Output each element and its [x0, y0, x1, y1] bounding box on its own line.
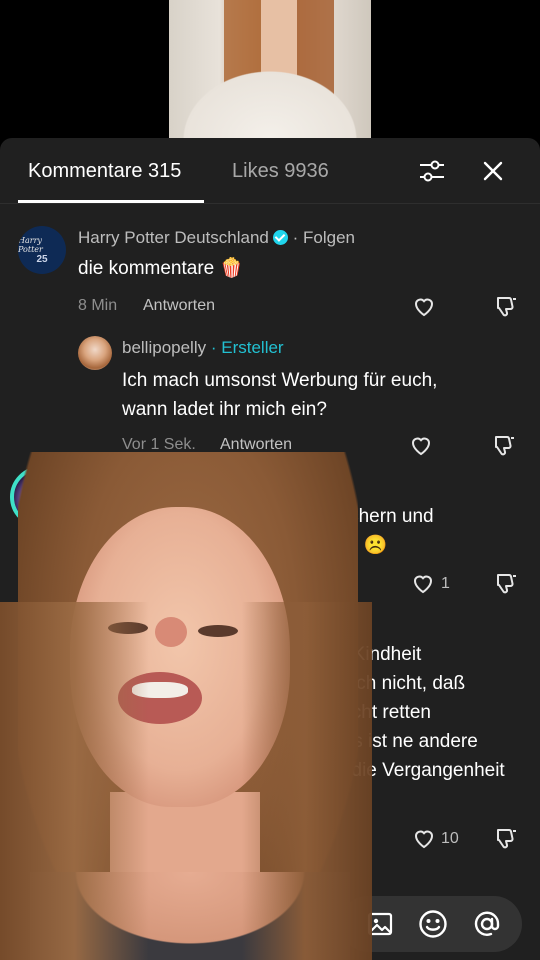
overlay-hair-sides: [0, 602, 372, 960]
close-icon[interactable]: [480, 158, 506, 184]
video-preview[interactable]: [169, 0, 371, 140]
avatar-bellipopelly[interactable]: [78, 336, 112, 370]
like-count: 10: [441, 830, 459, 847]
reply-username-row: bellipopelly · Ersteller: [122, 338, 284, 358]
creator-overlay-video: [0, 452, 372, 960]
heart-icon[interactable]: [412, 294, 436, 318]
video-shirt: [169, 60, 371, 140]
follow-link[interactable]: · Folgen: [293, 228, 355, 247]
comment-text: die kommentare 🍿: [78, 258, 244, 279]
heart-icon[interactable]: [412, 826, 436, 850]
heart-icon[interactable]: [411, 571, 435, 595]
verified-badge-icon: [272, 230, 288, 245]
thumbs-down-icon[interactable]: [494, 294, 518, 318]
emoji-icon[interactable]: [418, 909, 448, 939]
reply-button[interactable]: Antworten: [143, 297, 215, 315]
reply-username[interactable]: bellipopelly: [122, 338, 206, 357]
reply-text-line: Ich mach umsonst Werbung für euch,: [122, 370, 438, 391]
comments-tabs: Kommentare 315 Likes 9936: [0, 138, 540, 204]
tab-likes[interactable]: Likes 9936: [232, 160, 329, 183]
avatar-brand-text: Harry Potter: [18, 235, 43, 254]
creator-label: · Ersteller: [210, 338, 284, 357]
at-icon[interactable]: [472, 909, 502, 939]
like-count: 1: [441, 575, 450, 592]
avatar-harry-potter[interactable]: Harry Potter 25: [18, 226, 66, 274]
tab-comments[interactable]: Kommentare 315: [28, 160, 181, 183]
reply-text-line: wann ladet ihr mich ein?: [122, 399, 327, 420]
thumbs-down-icon[interactable]: [494, 571, 518, 595]
sliders-icon[interactable]: [419, 158, 445, 184]
avatar-brand-number: 25: [36, 253, 48, 265]
comment-username-row: Harry Potter Deutschland · Folgen: [78, 228, 355, 248]
thumbs-down-icon[interactable]: [492, 433, 516, 457]
comment-username[interactable]: Harry Potter Deutschland: [78, 228, 269, 247]
comment-time: 8 Min: [78, 297, 118, 314]
thumbs-down-icon[interactable]: [494, 826, 518, 850]
heart-icon[interactable]: [409, 433, 433, 457]
tab-active-indicator: [18, 200, 204, 203]
